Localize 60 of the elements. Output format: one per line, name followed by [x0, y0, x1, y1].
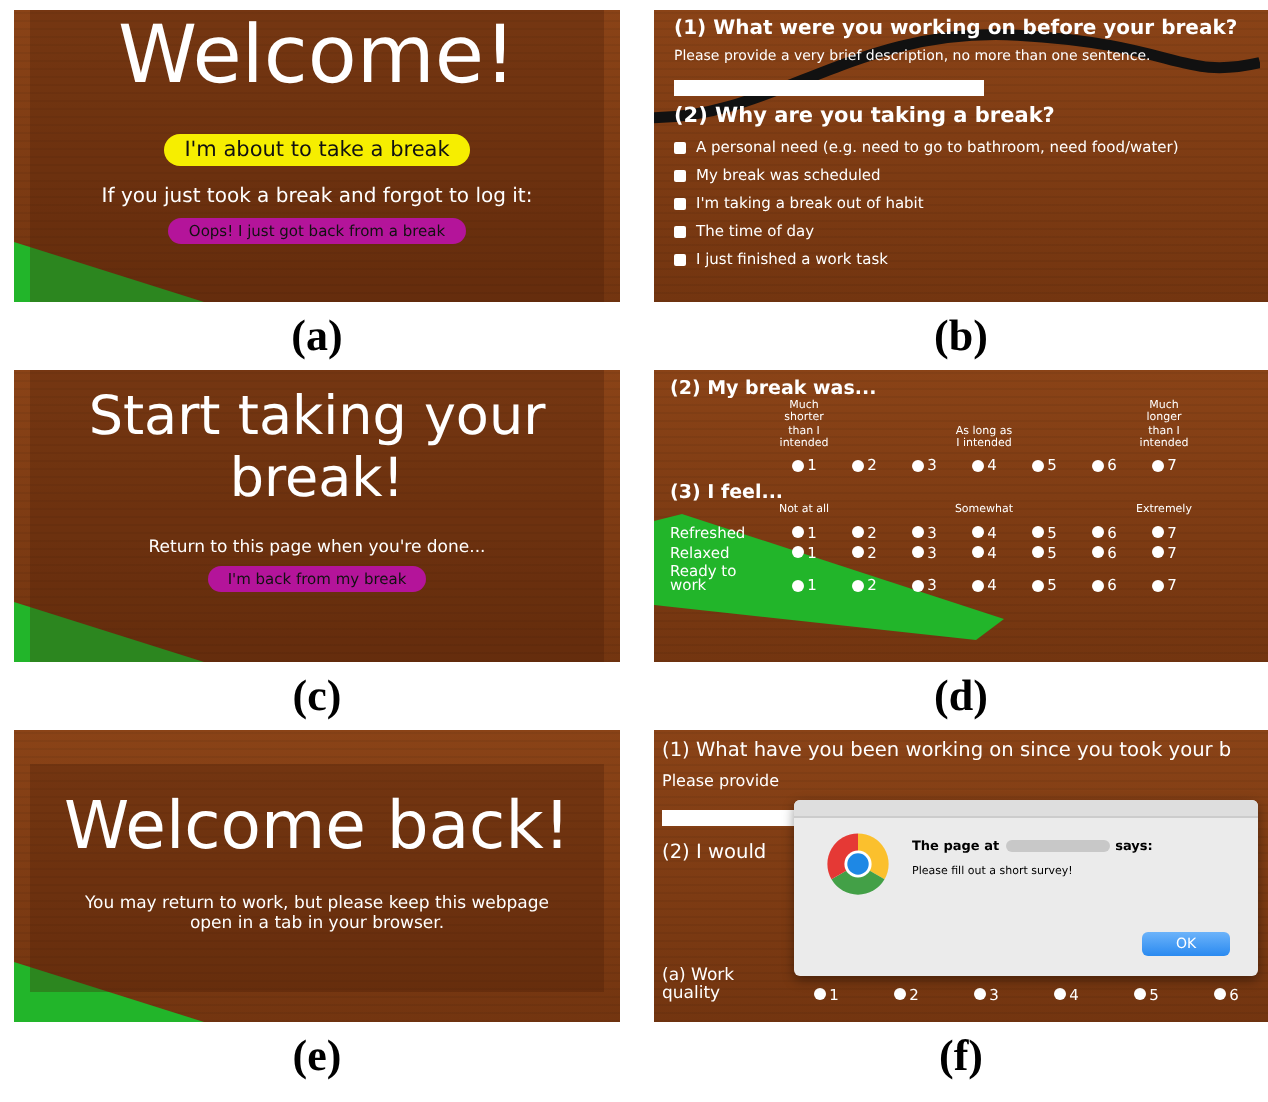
figure-caption: (c): [290, 668, 344, 724]
figure-caption: (a): [289, 308, 345, 364]
checkbox[interactable]: [674, 225, 686, 237]
radio-button[interactable]: [971, 546, 984, 559]
radio-button[interactable]: [1133, 988, 1146, 1001]
question-text: (3) I feel...: [670, 482, 784, 505]
radio-button[interactable]: [851, 459, 864, 472]
checkbox[interactable]: [674, 253, 686, 265]
question-text: (1) What have you been working on since you took your b: [662, 740, 1232, 762]
radio-button[interactable]: [911, 459, 924, 472]
radio-button[interactable]: [791, 526, 804, 539]
radio-button[interactable]: [1031, 579, 1044, 592]
redacted-blur: [1005, 840, 1110, 852]
radio-button[interactable]: [851, 526, 864, 539]
question-text: (1) What were you working on before your break?: [674, 18, 1240, 40]
take-break-button[interactable]: I'm about to take a break: [164, 134, 470, 166]
browser-logo-icon: [824, 830, 892, 898]
prompt-text: Return to this page when you're done...: [148, 538, 486, 559]
radio-button[interactable]: [971, 579, 984, 592]
radio-button[interactable]: [1151, 526, 1164, 539]
message-text: You may return to work, but please keep this webpage open in a tab in your browser.: [82, 893, 552, 934]
figure-caption: (b): [932, 308, 990, 364]
page-title: Welcome!: [117, 14, 516, 98]
prompt-text: If you just took a break and forgot to log it:: [101, 186, 533, 208]
radio-button[interactable]: [1031, 526, 1044, 539]
figure-caption: (e): [290, 1028, 344, 1084]
radio-button[interactable]: [1151, 579, 1164, 592]
radio-button[interactable]: [1091, 579, 1104, 592]
radio-button[interactable]: [911, 579, 924, 592]
checkbox[interactable]: [674, 169, 686, 181]
radio-button[interactable]: [1151, 459, 1164, 472]
radio-button[interactable]: [1031, 459, 1044, 472]
checkbox[interactable]: [674, 197, 686, 209]
question-text: (2) My break was...: [670, 378, 879, 400]
checkbox[interactable]: [674, 141, 686, 153]
radio-button[interactable]: [1151, 546, 1164, 559]
figure-caption: (d): [932, 668, 990, 724]
figure-caption: (f): [937, 1028, 985, 1084]
row-label: (a) Work quality: [662, 968, 737, 1004]
question-text: (2) I would: [662, 842, 767, 864]
radio-button[interactable]: [851, 546, 864, 559]
hint-text: Please provide: [662, 772, 782, 790]
radio-button[interactable]: [893, 988, 906, 1001]
radio-button[interactable]: [1053, 988, 1066, 1001]
radio-button[interactable]: [1091, 546, 1104, 559]
radio-button[interactable]: [1091, 526, 1104, 539]
radio-button[interactable]: [1213, 988, 1226, 1001]
radio-button[interactable]: [1091, 459, 1104, 472]
radio-button[interactable]: [973, 988, 986, 1001]
page-title: Start taking your break!: [86, 386, 548, 511]
page-title: Welcome back!: [63, 792, 571, 862]
radio-button[interactable]: [971, 526, 984, 539]
description-input[interactable]: [674, 80, 984, 96]
question-text: (2) Why are you taking a break?: [674, 104, 1057, 128]
radio-button[interactable]: [813, 988, 826, 1001]
radio-button[interactable]: [1031, 546, 1044, 559]
radio-button[interactable]: [911, 526, 924, 539]
radio-button[interactable]: [911, 546, 924, 559]
radio-button[interactable]: [791, 459, 804, 472]
radio-button[interactable]: [971, 459, 984, 472]
